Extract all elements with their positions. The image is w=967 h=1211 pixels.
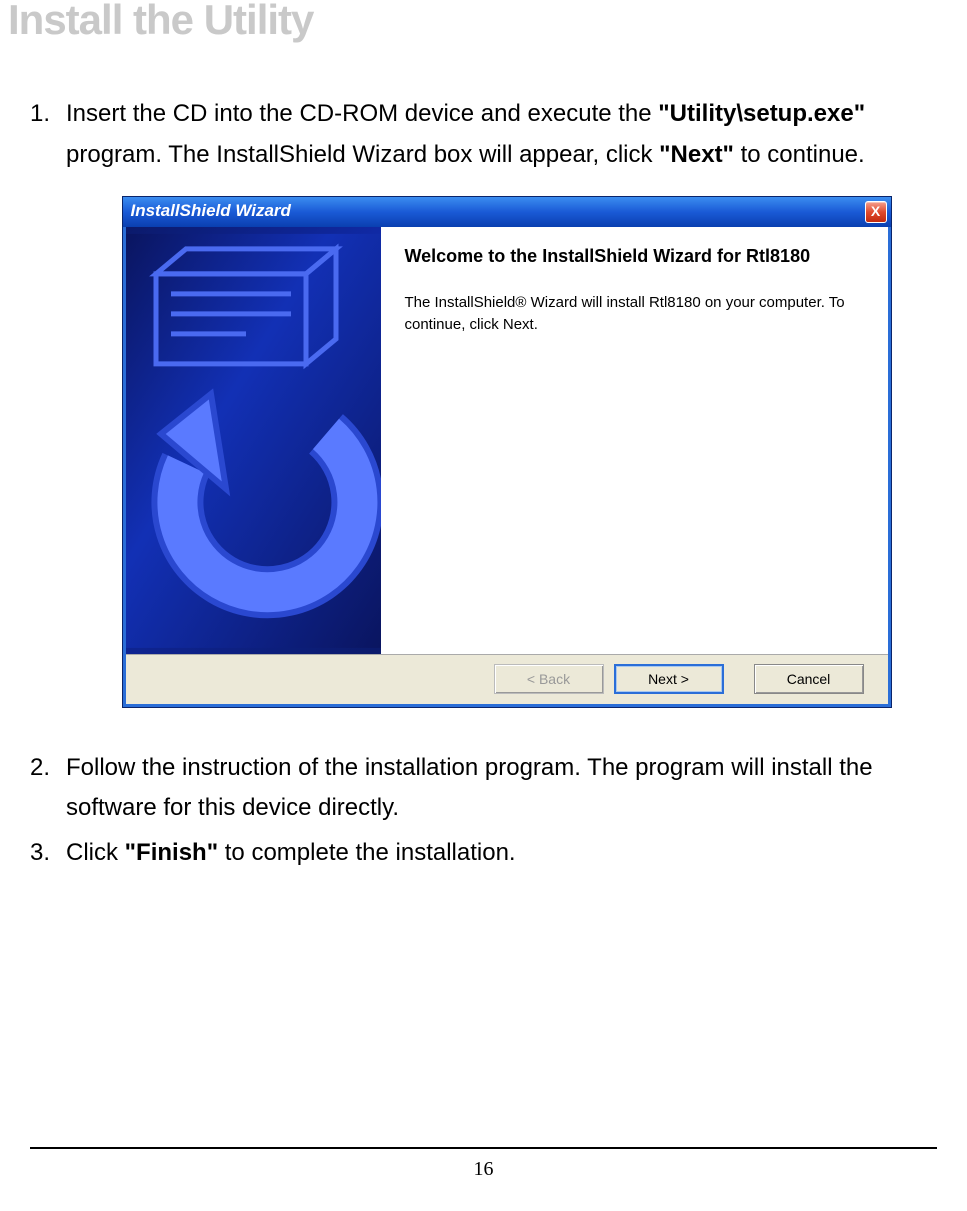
wizard-window: InstallShield Wizard X [122, 196, 892, 708]
step-2-text: Follow the instruction of the installati… [66, 754, 873, 822]
button-row: < Back Next > Cancel [126, 654, 888, 703]
step-3-text-b: to complete the installation. [218, 839, 516, 866]
next-button[interactable]: Next > [614, 664, 724, 694]
wizard-body: Welcome to the InstallShield Wizard for … [123, 227, 891, 707]
cancel-button[interactable]: Cancel [754, 664, 864, 694]
step-1-bold-a: "Utility\setup.exe" [658, 100, 865, 127]
step-1: Insert the CD into the CD-ROM device and… [30, 94, 947, 708]
step-1-text-a: Insert the CD into the CD-ROM device and… [66, 100, 658, 127]
titlebar-text: InstallShield Wizard [131, 197, 865, 226]
installer-arrow-icon [126, 227, 381, 655]
titlebar: InstallShield Wizard X [123, 197, 891, 227]
step-1-text-c: to continue. [734, 141, 865, 168]
side-graphic [126, 227, 381, 655]
page-title: Install the Utility [0, 0, 967, 44]
page-number: 16 [0, 1158, 967, 1181]
close-icon: X [871, 200, 880, 224]
close-button[interactable]: X [865, 201, 887, 223]
wizard-description: The InstallShield® Wizard will install R… [405, 292, 862, 336]
step-1-bold-b: "Next" [659, 141, 734, 168]
step-list: Insert the CD into the CD-ROM device and… [30, 94, 947, 874]
wizard-content: Welcome to the InstallShield Wizard for … [126, 227, 888, 655]
step-3-text-a: Click [66, 839, 125, 866]
step-1-text-b: program. The InstallShield Wizard box wi… [66, 141, 659, 168]
step-3: Click "Finish" to complete the installat… [30, 833, 947, 874]
wizard-heading: Welcome to the InstallShield Wizard for … [405, 245, 862, 268]
footer-rule [30, 1147, 937, 1149]
back-button: < Back [494, 664, 604, 694]
step-3-bold-a: "Finish" [125, 839, 218, 866]
step-2: Follow the instruction of the installati… [30, 748, 947, 830]
wizard-screenshot: InstallShield Wizard X [122, 196, 892, 708]
wizard-text-panel: Welcome to the InstallShield Wizard for … [381, 227, 888, 655]
